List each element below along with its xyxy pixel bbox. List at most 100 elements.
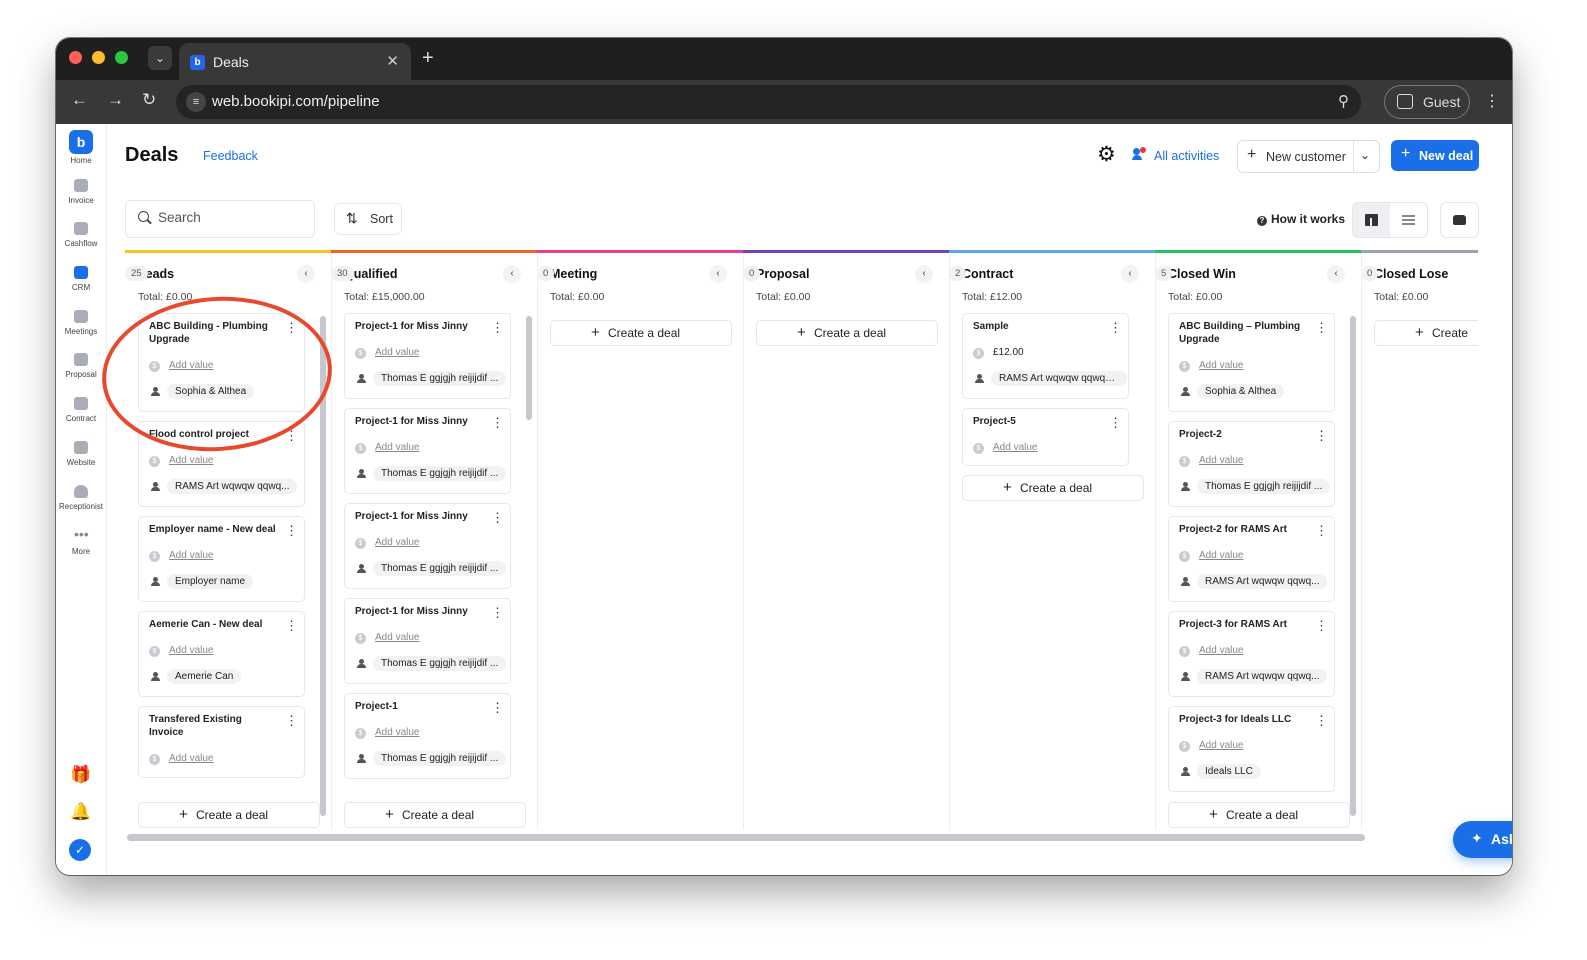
deal-card[interactable]: Project-2 for RAMS Art ⋮ $ Add value RAMS Ar… [1168, 516, 1335, 602]
customer-chip[interactable]: Aemerie Can [167, 669, 242, 684]
deal-card[interactable]: Project-1 for Miss Jinny ⋮ $ Add value Thoma… [344, 598, 511, 684]
deal-card[interactable]: Project-1 for Miss Jinny ⋮ $ Add value Thoma… [344, 313, 511, 399]
sidebar-item-crm[interactable]: CRM [56, 266, 106, 292]
deal-value[interactable]: Add value [169, 753, 213, 764]
how-it-works-link[interactable]: ? How it works [1257, 212, 1345, 226]
create-deal-button[interactable]: + Create a deal [1168, 802, 1350, 828]
column-scrollbar[interactable] [1350, 316, 1356, 816]
customer-chip[interactable]: Thomas E ggjgjh reijijdif ... [1197, 479, 1331, 494]
sidebar-item-meetings[interactable]: Meetings [56, 310, 106, 336]
card-kebab-icon[interactable]: ⋮ [285, 523, 298, 539]
new-tab-plus-icon[interactable]: + [422, 46, 434, 70]
customer-chip[interactable]: RAMS Art wqwqw qqwq... [1197, 669, 1328, 684]
collapse-chevron-left-icon[interactable]: ‹ [709, 265, 727, 283]
close-window-button[interactable] [69, 51, 82, 64]
omnibox[interactable]: ≡ web.bookipi.com/pipeline ⚲ [176, 85, 1361, 119]
collapse-chevron-left-icon[interactable]: ‹ [1121, 265, 1139, 283]
customer-chip[interactable]: RAMS Art wqwqw qqwq... [167, 479, 298, 494]
minimize-window-button[interactable] [92, 51, 105, 64]
deal-value[interactable]: Add value [1199, 550, 1243, 561]
customer-chip[interactable]: RAMS Art wqwqw qqwq... [1197, 574, 1328, 589]
card-kebab-icon[interactable]: ⋮ [491, 700, 504, 716]
new-customer-button[interactable]: New customer [1266, 150, 1346, 164]
zoom-magnifier-icon[interactable]: ⚲ [1338, 92, 1349, 110]
deal-card[interactable]: ABC Building – Plumbing Upgrade ⋮ $ Add val… [1168, 313, 1335, 412]
sort-button[interactable]: ⇅ Sort [334, 203, 402, 235]
customer-chip[interactable]: Thomas E ggjgjh reijijdif ... [373, 466, 507, 481]
tab-close-icon[interactable]: ✕ [386, 52, 399, 70]
card-kebab-icon[interactable]: ⋮ [1315, 713, 1328, 729]
maximize-window-button[interactable] [115, 51, 128, 64]
reload-icon[interactable]: ↻ [142, 90, 156, 110]
guest-profile-button[interactable]: Guest [1384, 85, 1470, 119]
chevron-down-icon[interactable]: ⌄ [1360, 148, 1370, 162]
sidebar-item-contract[interactable]: Contract [56, 397, 106, 423]
search-input[interactable] [156, 209, 310, 226]
card-kebab-icon[interactable]: ⋮ [1315, 320, 1328, 336]
deal-card[interactable]: Transfered Existing Invoice ⋮ $ Add value [138, 706, 305, 778]
card-kebab-icon[interactable]: ⋮ [1315, 428, 1328, 444]
collapse-chevron-left-icon[interactable]: ‹ [297, 265, 315, 283]
create-deal-button[interactable]: + Create a deal [756, 320, 938, 346]
deal-card[interactable]: Project-5 ⋮ $ Add value [962, 408, 1129, 466]
sidebar-item-proposal[interactable]: Proposal [56, 353, 106, 379]
column-scrollbar[interactable] [526, 316, 532, 420]
card-kebab-icon[interactable]: ⋮ [285, 618, 298, 634]
deal-value[interactable]: Add value [169, 550, 213, 561]
deal-card[interactable]: Project-3 for RAMS Art ⋮ $ Add value RAMS Ar… [1168, 611, 1335, 697]
deal-card[interactable]: Employer name - New deal ⋮ $ Add value Emplo… [138, 516, 305, 602]
customer-chip[interactable]: Thomas E ggjgjh reijijdif ... [373, 371, 507, 386]
feedback-link[interactable]: Feedback [203, 149, 258, 163]
board-view-button[interactable] [1353, 203, 1390, 237]
deal-card[interactable]: Project-2 ⋮ $ Add value Thomas E ggjgjh reij… [1168, 421, 1335, 507]
card-kebab-icon[interactable]: ⋮ [491, 415, 504, 431]
ask-ai-button[interactable]: ✦ Ask AI [1453, 821, 1512, 858]
deal-card[interactable]: Project-1 for Miss Jinny ⋮ $ Add value Thoma… [344, 503, 511, 589]
new-deal-button[interactable]: + New deal [1391, 140, 1479, 171]
deal-value[interactable]: Add value [375, 347, 419, 358]
deal-card[interactable]: Sample ⋮ $ £12.00 RAMS Art wqwqw qqwqwq ... [962, 313, 1129, 399]
card-kebab-icon[interactable]: ⋮ [1315, 523, 1328, 539]
browser-tab-deals[interactable]: b Deals ✕ [179, 43, 411, 80]
deal-value[interactable]: Add value [375, 727, 419, 738]
sidebar-item-receptionist[interactable]: Receptionist [56, 485, 106, 511]
create-deal-button[interactable]: + Create [1374, 320, 1478, 346]
list-view-button[interactable] [1390, 203, 1427, 237]
back-arrow-icon[interactable]: ← [71, 90, 88, 110]
settings-gear-icon[interactable]: ⚙ [1097, 142, 1116, 167]
card-kebab-icon[interactable]: ⋮ [491, 510, 504, 526]
sidebar-item-website[interactable]: Website [56, 441, 106, 467]
tab-search-chevron-icon[interactable]: ⌄ [148, 46, 172, 70]
deal-card[interactable]: Aemerie Can - New deal ⋮ $ Add value Aemerie… [138, 611, 305, 697]
deal-value[interactable]: Add value [1199, 455, 1243, 466]
activities-users-icon[interactable] [1132, 147, 1146, 160]
deal-value[interactable]: Add value [375, 442, 419, 453]
bookipi-check-icon[interactable]: ✓ [69, 839, 91, 861]
customer-chip[interactable]: Thomas E ggjgjh reijijdif ... [373, 656, 507, 671]
customer-chip[interactable]: Sophia & Althea [1197, 384, 1285, 399]
forward-arrow-icon[interactable]: → [107, 90, 124, 110]
create-deal-button[interactable]: + Create a deal [550, 320, 732, 346]
deal-value[interactable]: Add value [169, 455, 213, 466]
archive-button[interactable] [1440, 202, 1479, 238]
board-horizontal-scrollbar[interactable] [127, 834, 1365, 841]
deal-value[interactable]: Add value [1199, 645, 1243, 656]
customer-chip[interactable]: Thomas E ggjgjh reijijdif ... [373, 751, 507, 766]
card-kebab-icon[interactable]: ⋮ [491, 605, 504, 621]
create-deal-button[interactable]: + Create a deal [138, 802, 320, 828]
deal-value[interactable]: Add value [993, 442, 1037, 453]
sidebar-item-home[interactable]: b Home [56, 130, 106, 165]
sidebar-item-more[interactable]: ••• More [56, 527, 106, 556]
gift-icon[interactable]: 🎁 [69, 765, 93, 787]
card-kebab-icon[interactable]: ⋮ [1109, 415, 1122, 431]
all-activities-link[interactable]: All activities [1154, 149, 1219, 163]
customer-chip[interactable]: Thomas E ggjgjh reijijdif ... [373, 561, 507, 576]
site-info-icon[interactable]: ≡ [186, 92, 206, 112]
customer-chip[interactable]: RAMS Art wqwqw qqwqwq ... [991, 371, 1127, 386]
card-kebab-icon[interactable]: ⋮ [491, 320, 504, 336]
card-kebab-icon[interactable]: ⋮ [1315, 618, 1328, 634]
create-deal-button[interactable]: + Create a deal [344, 802, 526, 828]
sidebar-item-invoice[interactable]: Invoice [56, 179, 106, 205]
collapse-chevron-left-icon[interactable]: ‹ [503, 265, 521, 283]
browser-menu-kebab-icon[interactable]: ⋮ [1484, 91, 1500, 111]
